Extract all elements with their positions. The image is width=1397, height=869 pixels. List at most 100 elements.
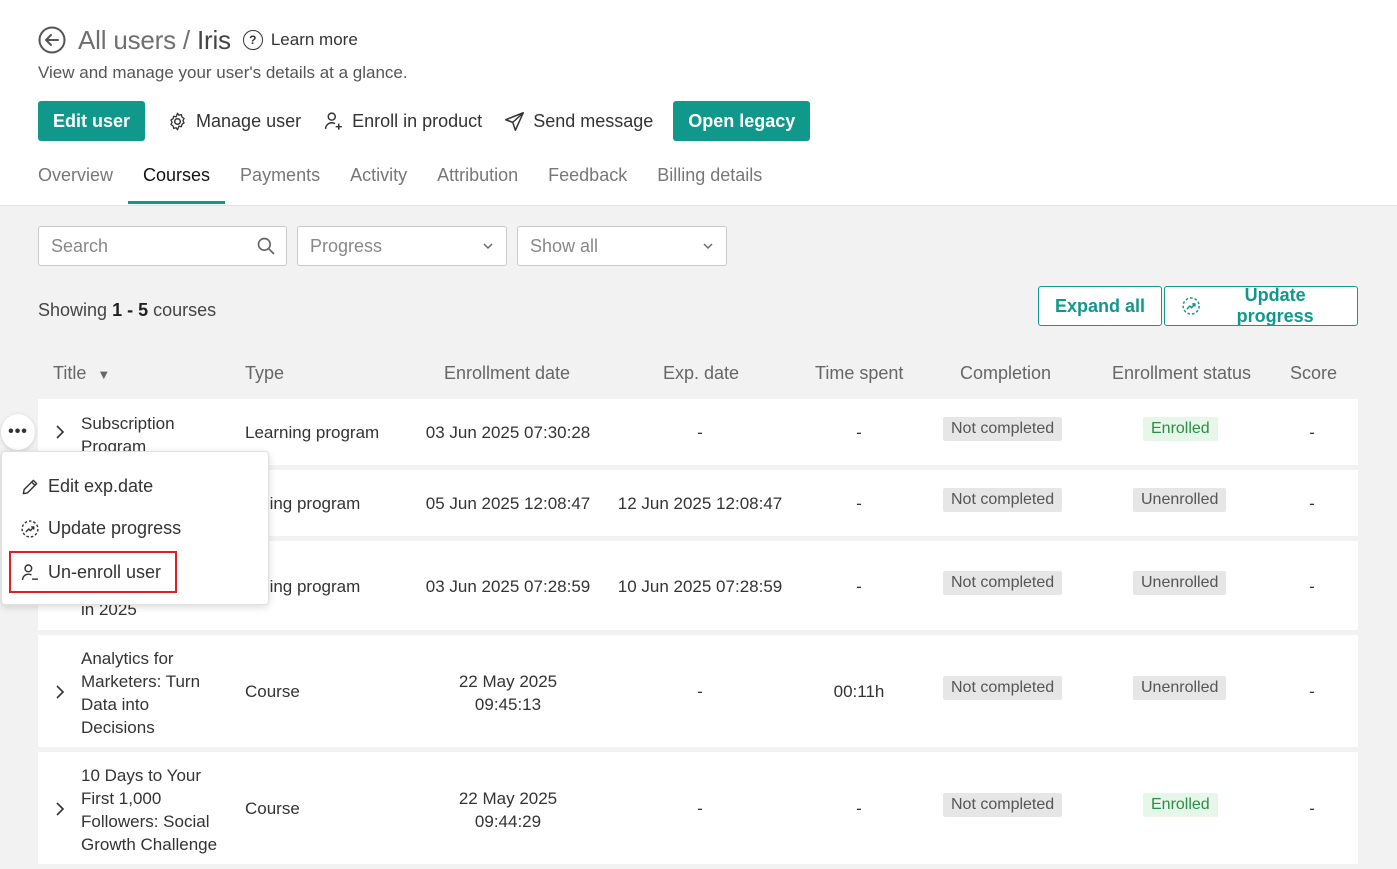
time-spent: 00:11h (833, 682, 885, 701)
send-message-button[interactable]: Send message (504, 111, 653, 132)
score: - (1309, 682, 1315, 701)
edit-user-button[interactable]: Edit user (38, 101, 146, 141)
send-icon (505, 111, 525, 131)
progress-icon (1182, 297, 1200, 315)
menu-item-edit-exp-date[interactable]: Edit exp.date (20, 476, 153, 497)
breadcrumb-all-users[interactable]: All users (78, 25, 176, 55)
completion-badge: Not completed (943, 417, 1063, 441)
exp-date: 10 Jun 2025 07:28:59 (617, 577, 783, 596)
action-bar: Edit user Manage user Enroll in product … (38, 100, 811, 142)
open-legacy-button[interactable]: Open legacy (673, 101, 811, 141)
completion-badge: Not completed (943, 793, 1063, 817)
gear-icon (170, 112, 185, 130)
course-type: Course (245, 799, 300, 818)
title-row: All users / Iris ? Learn more (38, 24, 358, 56)
exp-date: - (697, 423, 703, 442)
column-header-completion: Completion (960, 363, 1052, 383)
expand-all-button[interactable]: Expand all (1038, 286, 1163, 326)
menu-item-label: Update progress (48, 518, 182, 538)
tab-attribution[interactable]: Attribution (422, 156, 533, 204)
tab-courses[interactable]: Courses (128, 156, 226, 204)
update-progress-label: Update progress (1236, 285, 1314, 326)
completion-badge: Not completed (943, 571, 1063, 595)
column-header-enrollment-status: Enrollment status (1112, 363, 1252, 383)
tab-overview[interactable]: Overview (38, 156, 128, 204)
menu-item-label: Edit exp.date (48, 476, 154, 496)
search-placeholder: Search (51, 235, 109, 256)
status-badge: Unenrolled (1133, 571, 1227, 595)
score: - (1309, 577, 1315, 596)
course-title-line: Marketers: Turn (81, 672, 201, 691)
summary-prefix: Showing (38, 300, 113, 320)
course-title-line: Growth Challenge (81, 835, 218, 854)
show-all-select-value: Show all (530, 235, 599, 256)
exp-date: 12 Jun 2025 12:08:47 (617, 494, 783, 513)
status-badge: Unenrolled (1133, 488, 1227, 512)
chevron-right-icon[interactable] (54, 425, 66, 439)
tab-bar: Overview Courses Payments Activity Attri… (38, 156, 777, 206)
column-header-exp-date: Exp. date (663, 363, 740, 383)
course-title[interactable]: 10 Days to Your First 1,000 Followers: S… (81, 764, 217, 856)
table-row[interactable]: 10 Days to Your First 1,000 Followers: S… (38, 752, 1358, 864)
exp-date: - (697, 682, 703, 701)
enrollment-date-line: 09:45:13 (474, 695, 542, 714)
course-title-line: Data into (81, 695, 150, 714)
menu-item-un-enroll-user[interactable]: Un-enroll user (9, 551, 177, 593)
column-header-enrollment-date: Enrollment date (444, 363, 571, 383)
summary-suffix: courses (148, 300, 217, 320)
course-type: Learning program (245, 423, 380, 442)
user-remove-icon (21, 563, 38, 580)
question-icon: ? (242, 30, 263, 50)
page-title: All users / Iris (78, 25, 231, 56)
course-title-line: Analytics for (81, 649, 174, 668)
time-spent: - (856, 423, 862, 442)
breadcrumb-separator: / (175, 24, 197, 55)
chevron-right-icon[interactable] (54, 802, 66, 816)
time-spent: - (856, 577, 862, 596)
enroll-in-product-button[interactable]: Enroll in product (323, 110, 482, 132)
tab-feedback[interactable]: Feedback (533, 156, 642, 204)
enrollment-date: 03 Jun 2025 07:30:28 (425, 423, 591, 442)
progress-select[interactable]: Progress (297, 226, 507, 266)
course-title[interactable]: Analytics for Marketers: Turn Data into … (81, 647, 200, 739)
pencil-icon (22, 479, 38, 494)
show-all-select[interactable]: Show all (517, 226, 727, 266)
page-subtitle: View and manage your user's details at a… (38, 63, 408, 82)
summary-range: 1 - 5 (112, 300, 149, 320)
exp-date: - (697, 799, 703, 818)
tab-payments[interactable]: Payments (225, 156, 335, 204)
course-title-line: Decisions (81, 718, 155, 737)
score: - (1309, 423, 1315, 442)
enrollment-date-line: 22 May 2025 (458, 672, 558, 691)
status-badge: Enrolled (1143, 417, 1218, 441)
search-input[interactable]: Search (38, 226, 287, 266)
score: - (1309, 799, 1315, 818)
chevron-down-icon (703, 243, 713, 249)
time-spent: - (856, 799, 862, 818)
user-name: Iris (196, 24, 231, 55)
enrollment-date-line: 09:44:29 (474, 812, 542, 831)
chevron-right-icon[interactable] (54, 685, 66, 699)
column-title-label: Title (53, 363, 87, 383)
update-progress-button[interactable]: Update progress (1164, 285, 1358, 326)
column-header-time-spent: Time spent (815, 363, 904, 383)
progress-icon (21, 519, 39, 538)
results-summary: Showing 1 - 5 courses (38, 300, 216, 321)
learn-more-link[interactable]: ? Learn more (242, 30, 358, 50)
table-row[interactable]: Analytics for Marketers: Turn Data into … (38, 635, 1358, 747)
time-spent: - (856, 494, 862, 513)
column-header-title[interactable]: Title ▼ (53, 363, 110, 384)
enrollment-date: 05 Jun 2025 12:08:47 (425, 494, 591, 513)
menu-item-update-progress[interactable]: Update progress (20, 518, 181, 539)
back-arrow-icon[interactable] (38, 26, 66, 54)
course-type: Course (245, 682, 300, 701)
manage-user-button[interactable]: Manage user (167, 111, 301, 132)
course-title-line: 10 Days to Your (81, 766, 202, 785)
tab-billing-details[interactable]: Billing details (642, 156, 777, 204)
completion-badge: Not completed (943, 488, 1063, 512)
course-title-line: First 1,000 (81, 789, 162, 808)
row-more-actions-button[interactable]: ••• (1, 414, 35, 450)
tab-activity[interactable]: Activity (335, 156, 422, 204)
column-header-score: Score (1290, 363, 1338, 383)
course-title-line: Subscription (81, 414, 175, 433)
